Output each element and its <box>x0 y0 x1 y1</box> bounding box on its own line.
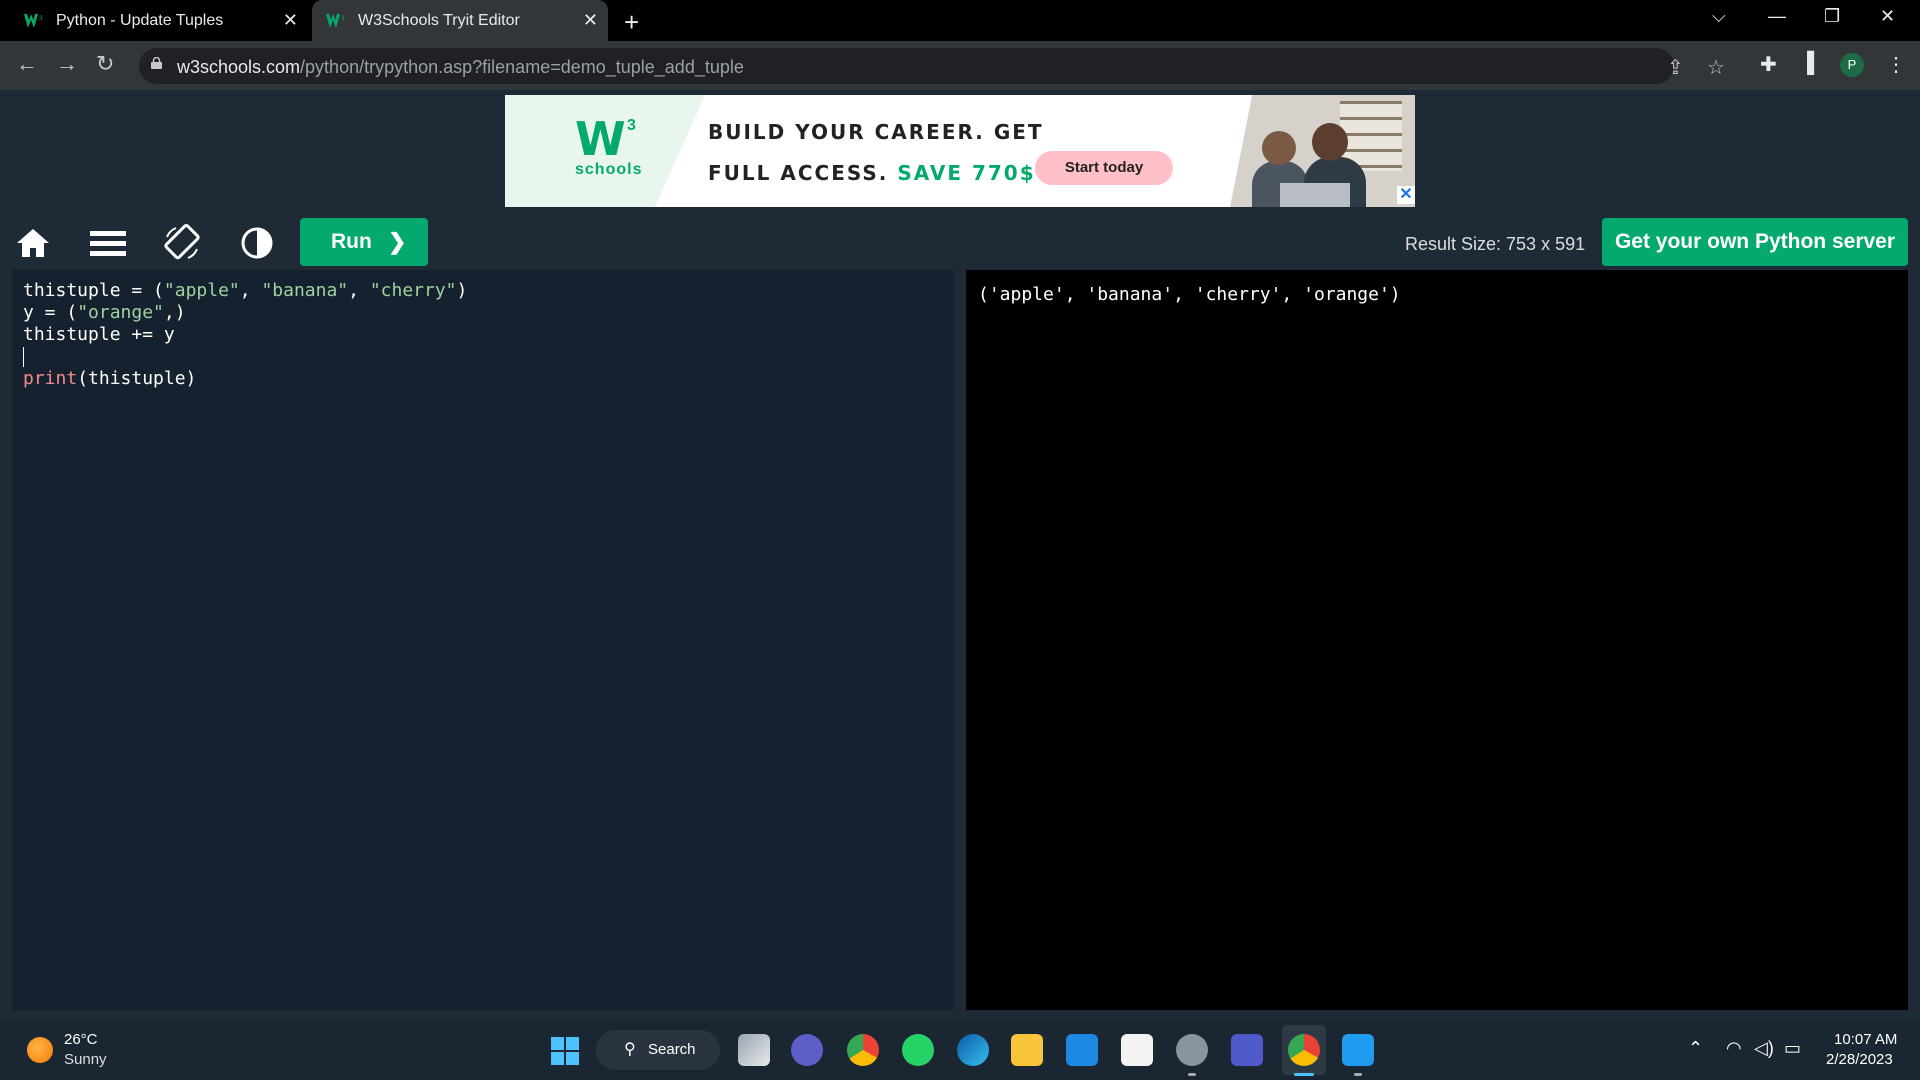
code-token: thistuple = ( <box>23 280 164 301</box>
vscode-icon[interactable] <box>1342 1034 1374 1066</box>
code-line[interactable] <box>23 346 954 368</box>
running-indicator <box>1188 1073 1196 1076</box>
battery-icon[interactable]: ▭ <box>1784 1038 1801 1059</box>
task-view-icon[interactable] <box>738 1034 770 1066</box>
tab-python-update-tuples[interactable]: 3 Python - Update Tuples ✕ <box>12 0 308 41</box>
get-python-server-button[interactable]: Get your own Python server <box>1602 218 1908 266</box>
url-omnibox[interactable]: w3schools.com/python/trypython.asp?filen… <box>139 48 1725 84</box>
reload-icon[interactable]: ↻ <box>96 51 114 77</box>
w3schools-favicon-icon: 3 <box>326 13 345 28</box>
clock-time[interactable]: 10:07 AM <box>1834 1031 1897 1048</box>
edge-icon[interactable] <box>957 1034 989 1066</box>
tab-title: W3Schools Tryit Editor <box>358 11 520 29</box>
code-string-token: "orange" <box>77 302 164 323</box>
address-bar-row: ← → ↻ w3schools.com/python/trypython.asp… <box>0 41 1920 90</box>
show-hidden-icons-chevron-icon[interactable]: ⌃ <box>1688 1038 1703 1059</box>
run-button[interactable]: Run ❯ <box>300 218 428 266</box>
start-today-button[interactable]: Start today <box>1035 151 1173 185</box>
code-token: (thistuple) <box>77 368 197 389</box>
close-tab-icon[interactable]: ✕ <box>583 10 598 31</box>
settings-gear-icon[interactable] <box>1176 1034 1208 1066</box>
ad-headline-line1: BUILD YOUR CAREER. GET <box>708 120 1044 144</box>
sun-weather-icon[interactable] <box>27 1037 53 1063</box>
file-explorer-icon[interactable] <box>1011 1034 1043 1066</box>
whatsapp-icon[interactable] <box>902 1034 934 1066</box>
mail-icon[interactable] <box>1066 1034 1098 1066</box>
code-keyword-token: print <box>23 368 78 389</box>
menu-icon[interactable] <box>88 223 128 263</box>
code-token: , <box>239 280 262 301</box>
w3schools-favicon-icon: 3 <box>24 13 43 28</box>
weather-condition[interactable]: Sunny <box>64 1051 107 1068</box>
side-panel-icon[interactable]: ▐ <box>1800 52 1814 75</box>
profile-avatar[interactable]: P <box>1840 53 1864 77</box>
restore-icon[interactable]: ❐ <box>1824 6 1840 27</box>
close-window-icon[interactable]: ✕ <box>1880 6 1895 27</box>
code-token: ,) <box>163 302 186 323</box>
url-host: w3schools.com <box>177 57 301 77</box>
result-output: ('apple', 'banana', 'cherry', 'orange') <box>966 270 1908 1010</box>
active-indicator <box>1294 1073 1314 1076</box>
chat-meet-icon[interactable] <box>791 1034 823 1066</box>
chevron-right-icon: ❯ <box>388 229 407 254</box>
code-string-token: "cherry" <box>369 280 457 301</box>
tab-search-chevron-icon[interactable]: ⌵ <box>1712 6 1726 27</box>
code-token: y = ( <box>23 302 78 323</box>
url-text: w3schools.com/python/trypython.asp?filen… <box>177 57 744 78</box>
code-token: , <box>348 280 370 301</box>
volume-icon[interactable]: ◁) <box>1754 1038 1774 1059</box>
browser-menu-icon[interactable]: ⋮ <box>1886 52 1906 77</box>
tryit-toolbar: Run ❯ Result Size: 753 x 591 Get your own… <box>0 213 1920 270</box>
code-editor[interactable]: thistuple = ("apple", "banana", "cherry"… <box>12 270 954 1010</box>
new-tab-icon[interactable]: + <box>624 7 639 38</box>
chrome-profile-icon[interactable] <box>1288 1034 1320 1066</box>
forward-arrow-icon[interactable]: → <box>56 51 78 77</box>
ad-banner[interactable]: W 3 schools BUILD YOUR CAREER. GET FULL … <box>505 95 1415 207</box>
ad-close-icon[interactable]: ✕ <box>1397 186 1415 204</box>
back-arrow-icon[interactable]: ← <box>16 51 38 77</box>
chrome-icon[interactable] <box>847 1034 879 1066</box>
teams-icon[interactable] <box>1231 1034 1263 1066</box>
code-token: ) <box>456 280 468 301</box>
share-icon[interactable]: ⇪ <box>1667 55 1684 80</box>
svg-text:3: 3 <box>341 16 345 22</box>
bookmark-star-icon[interactable]: ☆ <box>1707 55 1725 80</box>
code-string-token: "apple" <box>163 280 240 301</box>
url-path: /python/trypython.asp?filename=demo_tupl… <box>300 57 744 77</box>
ad-headline-line2: FULL ACCESS. SAVE 770$ <box>708 161 1036 185</box>
browser-tab-strip: 3 Python - Update Tuples ✕ 3 W3Schools T… <box>0 0 1920 41</box>
taskbar-search[interactable]: ⚲ Search <box>596 1030 720 1070</box>
code-line[interactable]: thistuple = ("apple", "banana", "cherry"… <box>23 280 954 302</box>
text-cursor <box>23 347 24 367</box>
code-token: thistuple += y <box>23 324 175 345</box>
home-icon[interactable] <box>13 223 53 263</box>
code-string-token: "banana" <box>261 280 349 301</box>
extensions-puzzle-icon[interactable]: ✚ <box>1760 52 1777 77</box>
tab-w3schools-tryit-editor[interactable]: 3 W3Schools Tryit Editor ✕ <box>312 0 608 41</box>
code-line[interactable]: thistuple += y <box>23 324 954 346</box>
weather-temperature[interactable]: 26°C <box>64 1031 98 1048</box>
microsoft-store-icon[interactable] <box>1121 1034 1153 1066</box>
w3schools-logo: W 3 schools <box>575 112 643 178</box>
ad-photo <box>1230 95 1415 207</box>
minimize-icon[interactable]: — <box>1768 6 1786 27</box>
svg-text:3: 3 <box>39 16 43 22</box>
ad-savings: SAVE 770$ <box>897 161 1036 185</box>
clock-date[interactable]: 2/28/2023 <box>1826 1051 1893 1068</box>
ad-area: W 3 schools BUILD YOUR CAREER. GET FULL … <box>0 90 1920 213</box>
search-icon: ⚲ <box>624 1041 636 1058</box>
running-indicator <box>1354 1073 1362 1076</box>
windows-taskbar: 26°C Sunny ⚲ Search ⌃ ◠ ◁) ▭ 10:07 AM 2/2… <box>0 1020 1920 1080</box>
code-line[interactable]: y = ("orange",) <box>23 302 954 324</box>
theme-contrast-icon[interactable] <box>237 223 277 263</box>
close-tab-icon[interactable]: ✕ <box>283 10 298 31</box>
windows-start-icon[interactable] <box>551 1037 579 1065</box>
wifi-icon[interactable]: ◠ <box>1726 1038 1742 1059</box>
rotate-orientation-icon[interactable] <box>162 223 202 263</box>
tab-title: Python - Update Tuples <box>56 11 224 29</box>
result-size-label: Result Size: 753 x 591 <box>1405 234 1586 254</box>
lock-icon <box>151 57 162 69</box>
code-line[interactable]: print(thistuple) <box>23 368 954 390</box>
